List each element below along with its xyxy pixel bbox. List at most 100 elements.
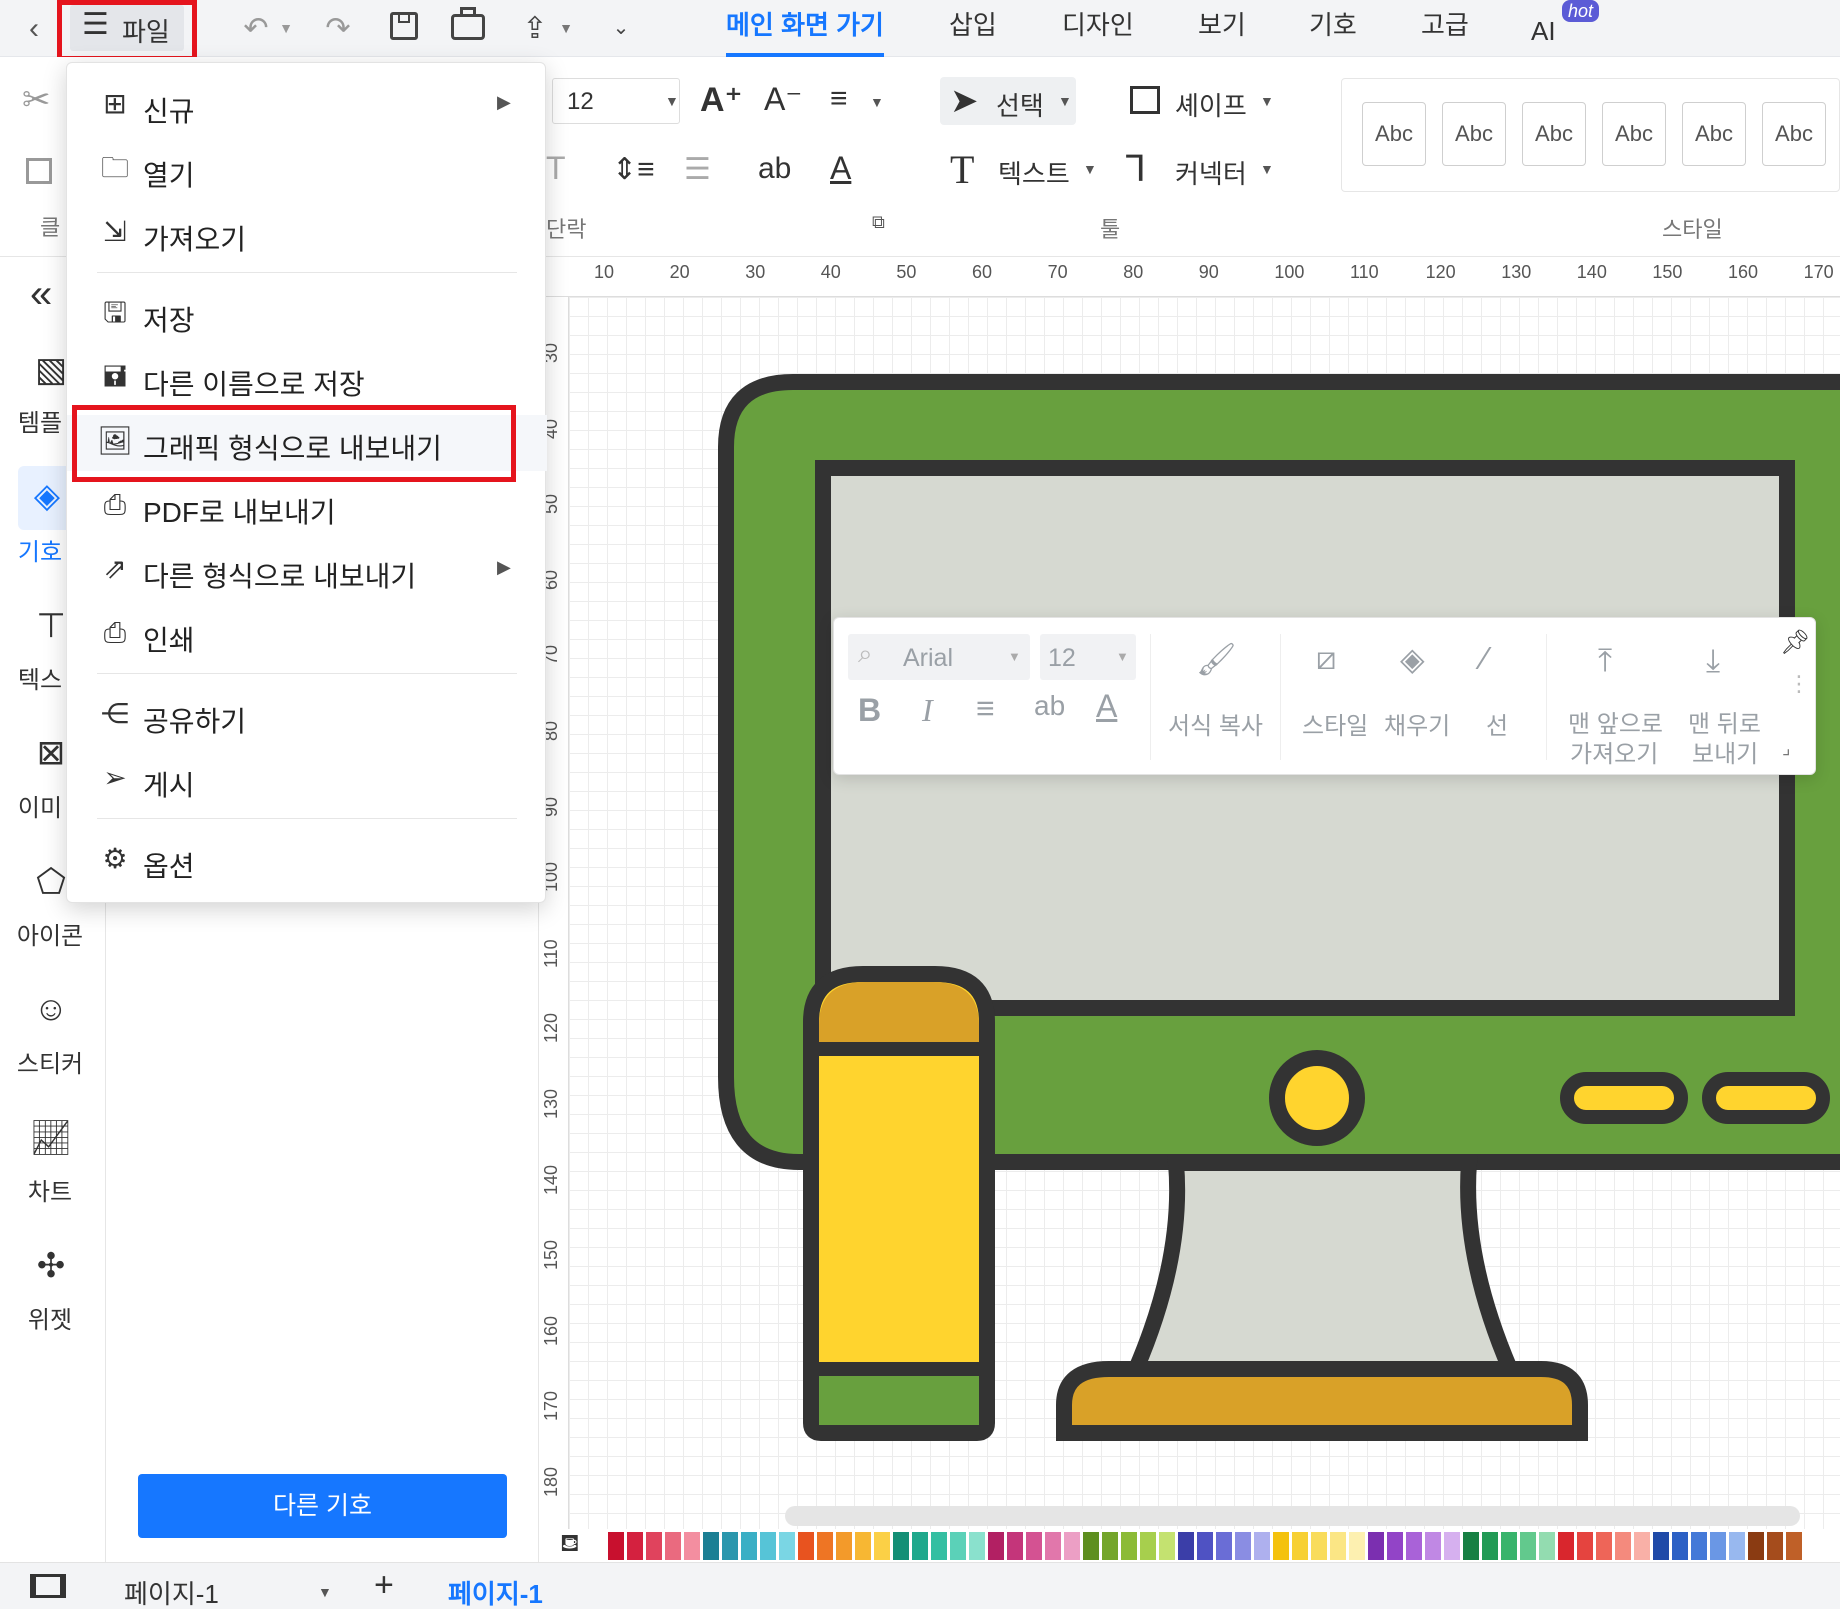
color-swatch[interactable] xyxy=(1159,1532,1175,1560)
style-preset[interactable]: Abc xyxy=(1682,102,1746,166)
font-grow-icon[interactable]: A⁺ xyxy=(700,80,743,120)
chevron-down-icon[interactable]: ▼ xyxy=(318,1584,332,1600)
color-swatch[interactable] xyxy=(1577,1532,1593,1560)
more-icon[interactable]: ⌄ xyxy=(606,0,636,57)
color-swatch[interactable] xyxy=(1273,1532,1289,1560)
widget-icon[interactable]: ✣ xyxy=(18,1246,84,1290)
more-symbols-button[interactable]: 다른 기호 xyxy=(138,1474,507,1538)
sidebar-item-icon[interactable]: 아이콘 xyxy=(0,916,100,951)
tab-ai[interactable]: AI xyxy=(1531,6,1556,63)
sidebar-item-chart[interactable]: 차트 xyxy=(0,1172,100,1207)
text-tool-icon[interactable]: T xyxy=(950,146,974,193)
undo-icon[interactable]: ↶ xyxy=(236,0,276,57)
back-icon[interactable]: ‹ xyxy=(14,0,54,57)
line-label[interactable]: 선 xyxy=(1486,706,1508,741)
format-painter-icon[interactable]: 🖌︎ xyxy=(1196,640,1237,678)
text-case-toolbar-button[interactable]: ab xyxy=(1034,690,1065,722)
style-toolbar-label[interactable]: 스타일 xyxy=(1302,706,1368,741)
color-swatch[interactable] xyxy=(1330,1532,1346,1560)
color-swatch[interactable] xyxy=(1349,1532,1365,1560)
bold-button[interactable]: B xyxy=(858,692,881,729)
color-swatch[interactable] xyxy=(1425,1532,1441,1560)
color-swatch[interactable] xyxy=(608,1532,624,1560)
shape-icon[interactable] xyxy=(1130,86,1160,114)
export-dropdown-icon[interactable]: ▼ xyxy=(556,0,576,57)
bring-front-icon[interactable]: ⤒ xyxy=(1598,642,1612,680)
color-swatch[interactable] xyxy=(1235,1532,1251,1560)
select-tool-button[interactable]: ➤ 선택 ▼ xyxy=(940,77,1076,125)
color-swatch[interactable] xyxy=(1140,1532,1156,1560)
send-back-icon[interactable]: ⤓ xyxy=(1706,642,1720,680)
color-swatch[interactable] xyxy=(1311,1532,1327,1560)
color-swatch[interactable] xyxy=(1748,1532,1764,1560)
redo-icon[interactable]: ↷ xyxy=(318,0,358,57)
color-swatch[interactable] xyxy=(1767,1532,1783,1560)
menu-item-options[interactable]: ⚙ 옵션 xyxy=(67,833,547,889)
menu-item-print[interactable]: ⎙ 인쇄 xyxy=(67,607,547,663)
color-swatch[interactable] xyxy=(1406,1532,1422,1560)
color-swatch[interactable] xyxy=(1710,1532,1726,1560)
tab-symbol[interactable]: 기호 xyxy=(1309,0,1357,57)
bullet-list-icon[interactable]: ☰ xyxy=(684,152,711,187)
color-swatch[interactable] xyxy=(703,1532,719,1560)
file-menu-button[interactable]: ☰ 파일 xyxy=(70,5,184,51)
color-swatch[interactable] xyxy=(722,1532,738,1560)
send-back-label-2[interactable]: 보내기 xyxy=(1692,734,1758,769)
text-tool-label[interactable]: 텍스트 xyxy=(998,154,1070,191)
color-swatch[interactable] xyxy=(1672,1532,1688,1560)
sidebar-item-widget[interactable]: 위젯 xyxy=(0,1300,100,1335)
tab-insert[interactable]: 삽입 xyxy=(949,0,997,57)
color-swatch[interactable] xyxy=(817,1532,833,1560)
chevron-down-icon[interactable]: ▼ xyxy=(1083,161,1097,177)
color-swatch[interactable] xyxy=(1026,1532,1042,1560)
style-preset[interactable]: Abc xyxy=(1442,102,1506,166)
color-swatch[interactable] xyxy=(950,1532,966,1560)
export-icon[interactable]: ⇪ xyxy=(515,0,555,57)
tab-view[interactable]: 보기 xyxy=(1198,0,1246,57)
color-swatch[interactable] xyxy=(1102,1532,1118,1560)
copy-icon[interactable] xyxy=(26,158,52,184)
page-tab-active[interactable]: 페이지-1 xyxy=(448,1574,543,1611)
horizontal-scrollbar[interactable] xyxy=(785,1506,1800,1526)
color-swatch[interactable] xyxy=(627,1532,643,1560)
font-color-icon[interactable]: A xyxy=(830,150,851,187)
connector-icon[interactable]: ⅂ xyxy=(1126,148,1146,190)
color-swatch[interactable] xyxy=(1197,1532,1213,1560)
cut-icon[interactable]: ✂ xyxy=(22,80,51,120)
color-swatch[interactable] xyxy=(1292,1532,1308,1560)
font-color-toolbar-icon[interactable]: A xyxy=(1096,688,1117,725)
toolbar-font-size-select[interactable]: 12 ▼ xyxy=(1040,634,1136,680)
sidebar-item-sticker[interactable]: 스티커 xyxy=(0,1044,100,1079)
font-size-select[interactable]: 12 ▼ xyxy=(552,78,680,124)
print-icon[interactable] xyxy=(451,7,485,40)
color-swatch[interactable] xyxy=(779,1532,795,1560)
color-swatch[interactable] xyxy=(1007,1532,1023,1560)
fill-bucket-icon[interactable]: ⛾ xyxy=(560,1530,580,1560)
color-swatch[interactable] xyxy=(760,1532,776,1560)
menu-item-publish[interactable]: ➢ 게시 xyxy=(67,752,547,808)
color-swatch[interactable] xyxy=(1482,1532,1498,1560)
menu-item-new[interactable]: ⊞ 신규 ▶ xyxy=(67,78,547,134)
color-swatch[interactable] xyxy=(798,1532,814,1560)
add-page-icon[interactable]: + xyxy=(374,1566,394,1605)
font-family-select[interactable]: ⌕ Arial ▼ xyxy=(848,634,1030,680)
save-icon[interactable] xyxy=(390,12,418,40)
chevron-down-icon[interactable]: ▼ xyxy=(1260,93,1274,109)
color-swatch[interactable] xyxy=(646,1532,662,1560)
color-swatch[interactable] xyxy=(1596,1532,1612,1560)
page-layout-icon[interactable] xyxy=(30,1574,66,1598)
style-preset[interactable]: Abc xyxy=(1762,102,1826,166)
text-direction-icon[interactable]: T xyxy=(546,150,566,187)
tab-advanced[interactable]: 고급 xyxy=(1421,0,1469,57)
color-swatch[interactable] xyxy=(1045,1532,1061,1560)
color-swatch[interactable] xyxy=(969,1532,985,1560)
color-swatch[interactable] xyxy=(912,1532,928,1560)
color-swatch[interactable] xyxy=(1520,1532,1536,1560)
line-icon[interactable]: ∕ xyxy=(1482,640,1487,677)
menu-item-save-as[interactable]: 🖬 다른 이름으로 저장 xyxy=(67,351,547,407)
connector-tool-label[interactable]: 커넥터 xyxy=(1175,154,1247,191)
sticker-icon[interactable]: ☺ xyxy=(18,990,84,1034)
pin-icon[interactable]: 📌︎ xyxy=(1780,628,1810,657)
color-swatch[interactable] xyxy=(1387,1532,1403,1560)
menu-item-open[interactable]: 🗀 열기 xyxy=(67,142,547,198)
